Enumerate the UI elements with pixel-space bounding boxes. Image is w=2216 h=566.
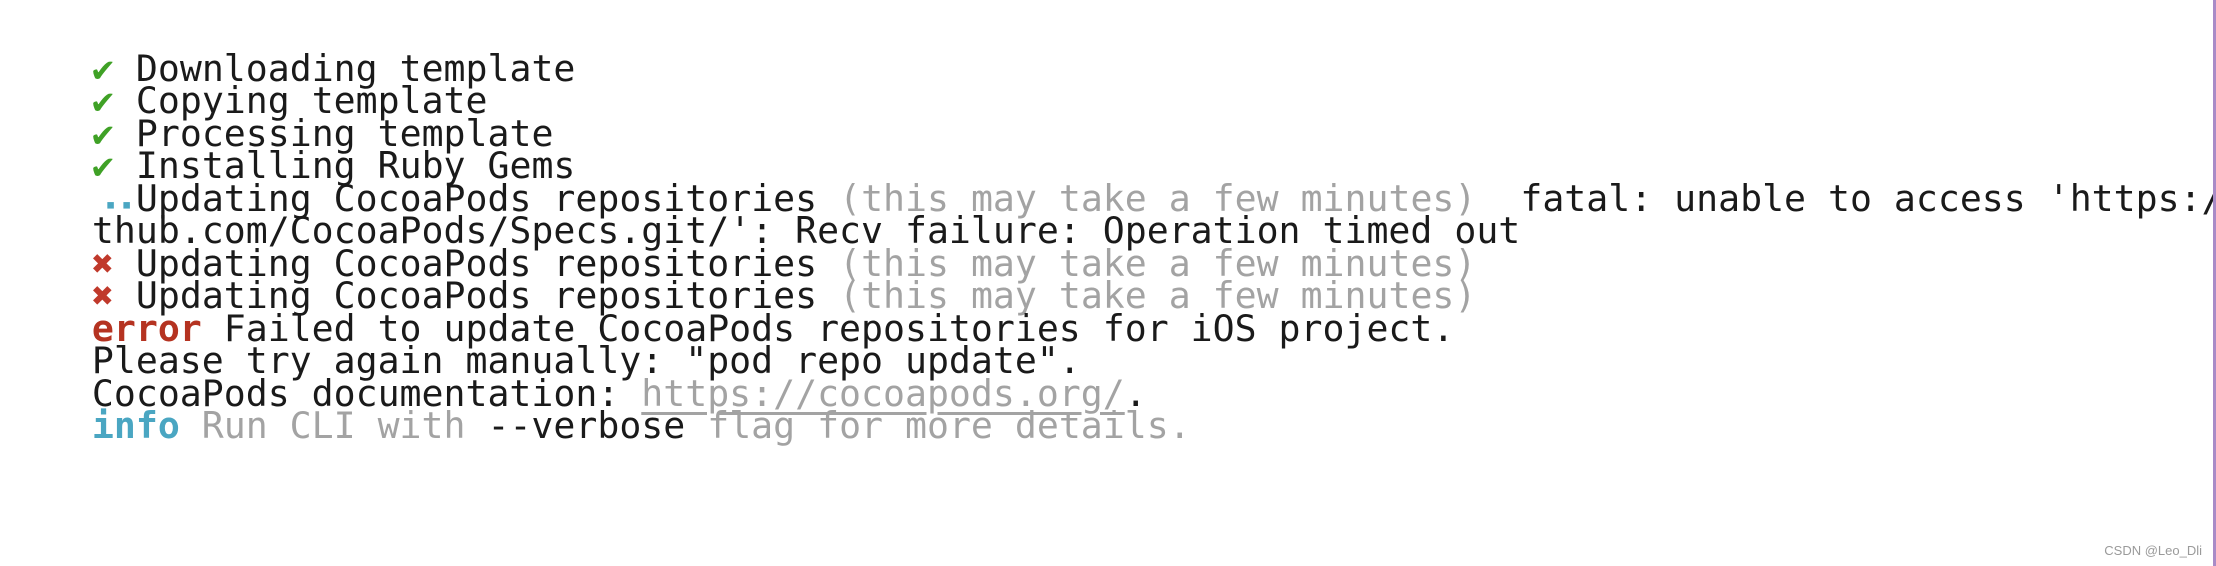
verbose-flag: --verbose bbox=[487, 404, 686, 447]
log-error-tail: fatal: unable to access 'https://gi bbox=[1476, 177, 2216, 220]
watermark: CSDN @Leo_Dli bbox=[2104, 543, 2202, 558]
log-hint: flag for more details. bbox=[685, 404, 1191, 447]
log-hint: Run CLI with bbox=[179, 404, 488, 447]
terminal-window[interactable]: ✔ Downloading template ✔ Copying template … bbox=[0, 0, 2216, 566]
info-label: info bbox=[91, 404, 180, 447]
